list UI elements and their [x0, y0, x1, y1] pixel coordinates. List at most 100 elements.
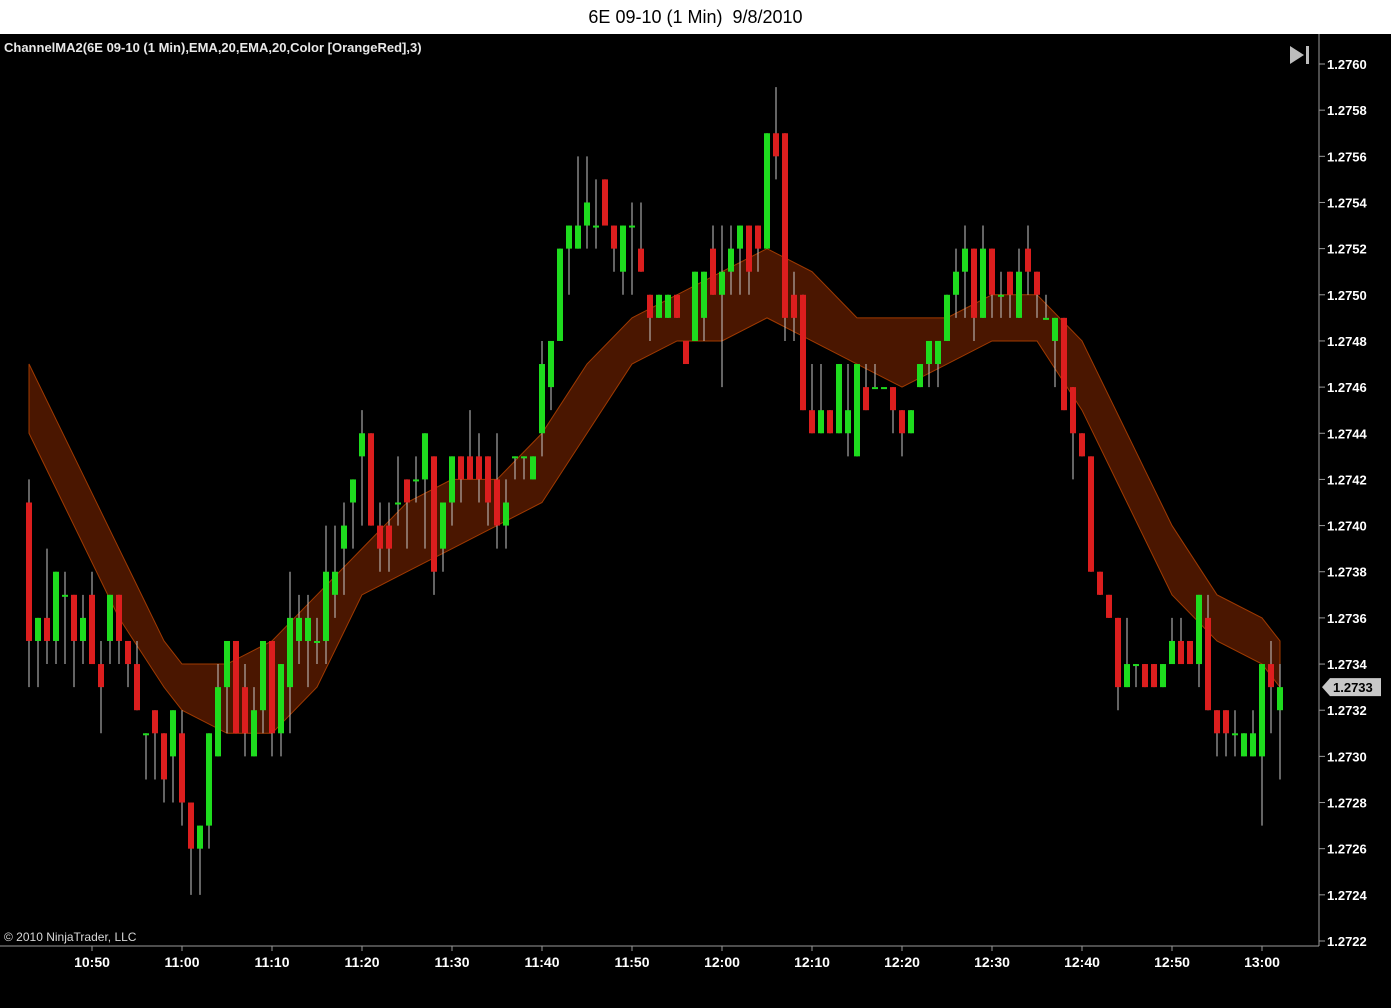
y-tick-label: 1.2734: [1327, 657, 1368, 672]
candle: [152, 710, 158, 780]
y-tick-label: 1.2746: [1327, 380, 1367, 395]
x-tick-label: 12:20: [884, 954, 920, 970]
skip-to-end-icon[interactable]: [1286, 42, 1314, 68]
candle-body: [917, 364, 923, 388]
candle-body: [1232, 733, 1238, 736]
candle-body: [773, 133, 779, 157]
candle-body: [503, 502, 509, 526]
y-tick-label: 1.2732: [1327, 703, 1367, 718]
candle: [1016, 248, 1022, 318]
candle: [467, 410, 473, 480]
candle-body: [80, 617, 86, 641]
candle: [1241, 733, 1247, 757]
candle-body: [1277, 687, 1283, 711]
candle-body: [458, 456, 464, 480]
candle-body: [485, 456, 491, 503]
candle: [1232, 710, 1238, 757]
candle-body: [557, 248, 563, 341]
candle-body: [989, 248, 995, 295]
candle-body: [53, 571, 59, 641]
candle-body: [980, 248, 986, 318]
candle: [53, 571, 59, 665]
y-tick-label: 1.2752: [1327, 242, 1367, 257]
candle-body: [1160, 664, 1166, 688]
candle-body: [377, 525, 383, 549]
candle: [1196, 594, 1202, 688]
x-tick-label: 12:30: [974, 954, 1010, 970]
candle-body: [764, 133, 770, 249]
candle-body: [1106, 594, 1112, 618]
copyright-text: © 2010 NinjaTrader, LLC: [4, 930, 137, 944]
candle-body: [962, 248, 968, 272]
candle: [413, 456, 419, 503]
candle-body: [1133, 664, 1139, 667]
candle: [917, 364, 923, 388]
candle: [818, 364, 824, 434]
candle: [125, 640, 131, 688]
x-tick-label: 11:00: [164, 954, 199, 970]
candle-body: [629, 225, 635, 228]
candle-body: [521, 456, 527, 459]
candle: [638, 202, 644, 272]
candle: [143, 733, 149, 780]
candle: [359, 410, 365, 526]
candle-body: [116, 594, 122, 641]
candle: [1142, 664, 1148, 688]
candle: [134, 640, 140, 711]
candle: [710, 225, 716, 295]
candle: [863, 364, 869, 411]
candle-body: [719, 271, 725, 295]
candle: [881, 387, 887, 390]
candle: [1070, 387, 1076, 480]
candle-body: [1187, 640, 1193, 665]
candle: [953, 248, 959, 318]
y-tick-label: 1.2744: [1327, 426, 1368, 441]
x-tick-label: 11:20: [344, 954, 379, 970]
candle-body: [539, 364, 545, 434]
candle: [1133, 664, 1139, 688]
candle: [620, 225, 626, 295]
candle: [179, 710, 185, 826]
candle-body: [647, 294, 653, 318]
candle-body: [1061, 317, 1067, 411]
candle: [1151, 664, 1157, 688]
candle-body: [413, 479, 419, 482]
x-tick-label: 11:10: [254, 954, 289, 970]
candles: [26, 87, 1283, 895]
candle: [809, 364, 815, 434]
candle-body: [575, 225, 581, 249]
candle-body: [431, 456, 437, 572]
candle: [350, 479, 356, 549]
candle-body: [881, 387, 887, 390]
candle: [62, 571, 68, 665]
candle: [89, 571, 95, 665]
candle-body: [494, 479, 500, 526]
candle-body: [665, 294, 671, 318]
candle-body: [1052, 317, 1058, 341]
candle-body: [440, 502, 446, 549]
candle: [683, 340, 689, 365]
candle-body: [368, 433, 374, 526]
candle-body: [143, 733, 149, 736]
candle: [188, 802, 194, 895]
candle: [278, 664, 284, 757]
candle-body: [35, 617, 41, 641]
candle-body: [422, 433, 428, 480]
price-chart[interactable]: 1.2722 1.2724 1.2726 1.2728 1.2730 1.2732 1.27…: [0, 34, 1391, 1008]
candle: [944, 294, 950, 341]
candle-body: [998, 294, 1004, 297]
candle-body: [683, 340, 689, 365]
candle-body: [332, 571, 338, 595]
candle-body: [935, 340, 941, 365]
candle: [611, 225, 617, 272]
y-tick-label: 1.2754: [1327, 195, 1368, 210]
candle-body: [386, 525, 392, 549]
candle: [1115, 617, 1121, 711]
y-tick-label: 1.2742: [1327, 472, 1367, 487]
candle-body: [944, 294, 950, 341]
candle-body: [260, 640, 266, 711]
candle: [836, 364, 842, 434]
candle: [44, 548, 50, 665]
window-title: 6E 09-10 (1 Min) 9/8/2010: [0, 0, 1391, 34]
candle-body: [827, 410, 833, 434]
